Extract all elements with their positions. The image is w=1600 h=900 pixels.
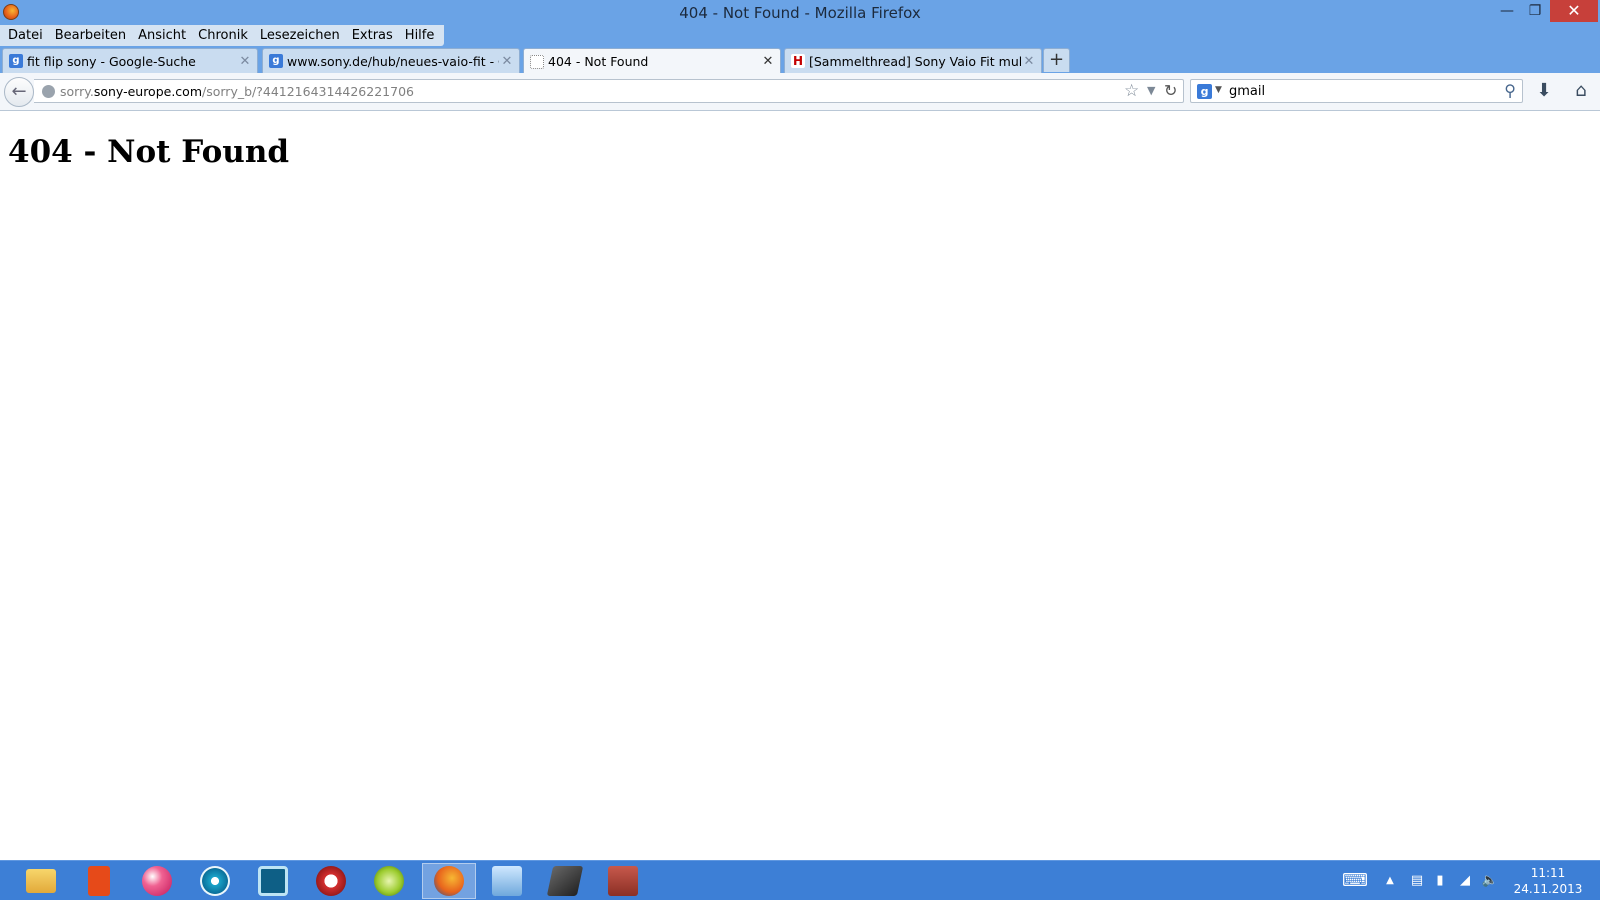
keyboard-icon[interactable]: ⌨: [1338, 861, 1372, 900]
downloads-button[interactable]: ⬇: [1532, 79, 1556, 103]
url-prefix: sorry.: [60, 84, 94, 99]
restore-icon: ❐: [1528, 3, 1542, 19]
audio-recorder-icon: [316, 866, 346, 896]
taskbar-winrar[interactable]: [596, 863, 650, 899]
google-icon: g: [269, 54, 283, 68]
clock-date: 24.11.2013: [1513, 882, 1583, 896]
tablet-icon: [546, 866, 584, 896]
google-icon[interactable]: g: [1197, 84, 1212, 99]
volume-icon[interactable]: 🔈: [1480, 861, 1500, 900]
network-signal-icon[interactable]: ◢: [1454, 861, 1476, 900]
minimize-button[interactable]: —: [1494, 0, 1520, 22]
url-bar[interactable]: sorry.sony-europe.com/sorry_b/?441216431…: [34, 79, 1184, 103]
menu-bar: Datei Bearbeiten Ansicht Chronik Lesezei…: [0, 25, 1600, 46]
media-ball-icon: [142, 866, 172, 896]
taskbar-file-explorer[interactable]: [14, 863, 68, 899]
tab-label: www.sony.de/hub/neues-vaio-fit - Go...: [287, 53, 499, 69]
page-content: 404 - Not Found: [0, 112, 1600, 860]
url-path: /sorry_b/?4412164314426221706: [202, 84, 414, 99]
show-hidden-icons[interactable]: ▲: [1380, 861, 1400, 900]
tab-404-not-found[interactable]: 404 - Not Found ✕: [523, 48, 781, 74]
home-icon: ⌂: [1575, 80, 1587, 101]
taskbar-audio-recorder[interactable]: [304, 863, 358, 899]
url-text[interactable]: sorry.sony-europe.com/sorry_b/?441216431…: [60, 84, 414, 99]
search-bar[interactable]: g ▼ gmail ⚲: [1190, 79, 1523, 103]
menu-datei[interactable]: Datei: [2, 25, 49, 46]
url-host: sony-europe.com: [93, 84, 203, 99]
window-title: 404 - Not Found - Mozilla Firefox: [679, 4, 921, 22]
google-icon: g: [9, 54, 23, 68]
taskbar-video[interactable]: [246, 863, 300, 899]
engine-dropdown-icon[interactable]: ▼: [1215, 85, 1222, 95]
music-icon: [374, 866, 404, 896]
disc-icon: [200, 866, 230, 896]
tab-label: [Sammelthread] Sony Vaio Fit multi-f...: [809, 53, 1021, 69]
taskbar-tablet[interactable]: [538, 863, 592, 899]
firefox-icon: [434, 866, 464, 896]
battery-icon[interactable]: ▮: [1430, 861, 1450, 900]
menu-extras[interactable]: Extras: [346, 25, 399, 46]
window-titlebar[interactable]: 404 - Not Found - Mozilla Firefox — ❐ ✕: [0, 0, 1600, 25]
restore-button[interactable]: ❐: [1522, 0, 1548, 22]
windows-taskbar: ⌨ ▲ ▤ ▮ ◢ 🔈 11:11 24.11.2013: [0, 860, 1600, 900]
back-button[interactable]: ←: [4, 77, 34, 107]
tab-sammelthread[interactable]: H [Sammelthread] Sony Vaio Fit multi-f..…: [784, 48, 1042, 73]
tab-close-icon[interactable]: ✕: [760, 54, 776, 69]
taskbar-control-panel[interactable]: [480, 863, 534, 899]
minimize-icon: —: [1500, 3, 1514, 19]
close-window-button[interactable]: ✕: [1550, 0, 1598, 22]
display-icon[interactable]: ▤: [1406, 861, 1428, 900]
plus-icon: +: [1048, 49, 1065, 70]
tab-label: fit flip sony - Google-Suche: [27, 53, 196, 69]
control-panel-icon: [492, 866, 522, 896]
tab-close-icon[interactable]: ✕: [1021, 54, 1037, 69]
tab-strip: g fit flip sony - Google-Suche ✕ g www.s…: [0, 46, 1600, 74]
taskbar-music[interactable]: [362, 863, 416, 899]
close-icon: ✕: [1567, 1, 1581, 20]
office-icon: [88, 866, 110, 896]
winrar-icon: [608, 866, 638, 896]
menu-list: Datei Bearbeiten Ansicht Chronik Lesezei…: [0, 25, 445, 46]
menu-bearbeiten[interactable]: Bearbeiten: [49, 25, 132, 46]
navigation-toolbar: sorry.sony-europe.com/sorry_b/?441216431…: [0, 73, 1600, 111]
history-dropdown-icon[interactable]: ▼: [1147, 84, 1155, 97]
search-icon[interactable]: ⚲: [1504, 81, 1516, 100]
menu-lesezeichen[interactable]: Lesezeichen: [254, 25, 346, 46]
tab-close-icon[interactable]: ✕: [499, 54, 515, 69]
file-explorer-icon: [26, 869, 56, 893]
page-heading: 404 - Not Found: [8, 134, 290, 170]
back-arrow-icon: ←: [11, 81, 27, 102]
home-button[interactable]: ⌂: [1568, 79, 1594, 103]
heise-icon: H: [791, 54, 805, 68]
taskbar-disc[interactable]: [188, 863, 242, 899]
menu-ansicht[interactable]: Ansicht: [132, 25, 192, 46]
bookmark-star-icon[interactable]: ☆: [1124, 81, 1139, 101]
tab-sony-hub[interactable]: g www.sony.de/hub/neues-vaio-fit - Go...…: [262, 48, 520, 73]
tab-google-search[interactable]: g fit flip sony - Google-Suche ✕: [2, 48, 258, 73]
menu-hilfe[interactable]: Hilfe: [399, 25, 441, 46]
reload-icon[interactable]: ↻: [1164, 81, 1177, 100]
search-input[interactable]: gmail: [1229, 84, 1265, 99]
menu-chronik[interactable]: Chronik: [192, 25, 254, 46]
tab-close-icon[interactable]: ✕: [237, 54, 253, 69]
site-identity-icon[interactable]: [42, 85, 55, 98]
blank-page-icon: [530, 54, 544, 69]
taskbar-clock[interactable]: 11:11 24.11.2013: [1500, 865, 1596, 897]
taskbar-media-ball[interactable]: [130, 863, 184, 899]
taskbar-office[interactable]: [72, 863, 126, 899]
taskbar-firefox[interactable]: [422, 863, 476, 899]
clock-time: 11:11: [1530, 866, 1566, 880]
tab-label: 404 - Not Found: [548, 54, 649, 69]
video-icon: [258, 866, 288, 896]
download-arrow-icon: ⬇: [1536, 80, 1552, 101]
new-tab-button[interactable]: +: [1043, 48, 1070, 72]
